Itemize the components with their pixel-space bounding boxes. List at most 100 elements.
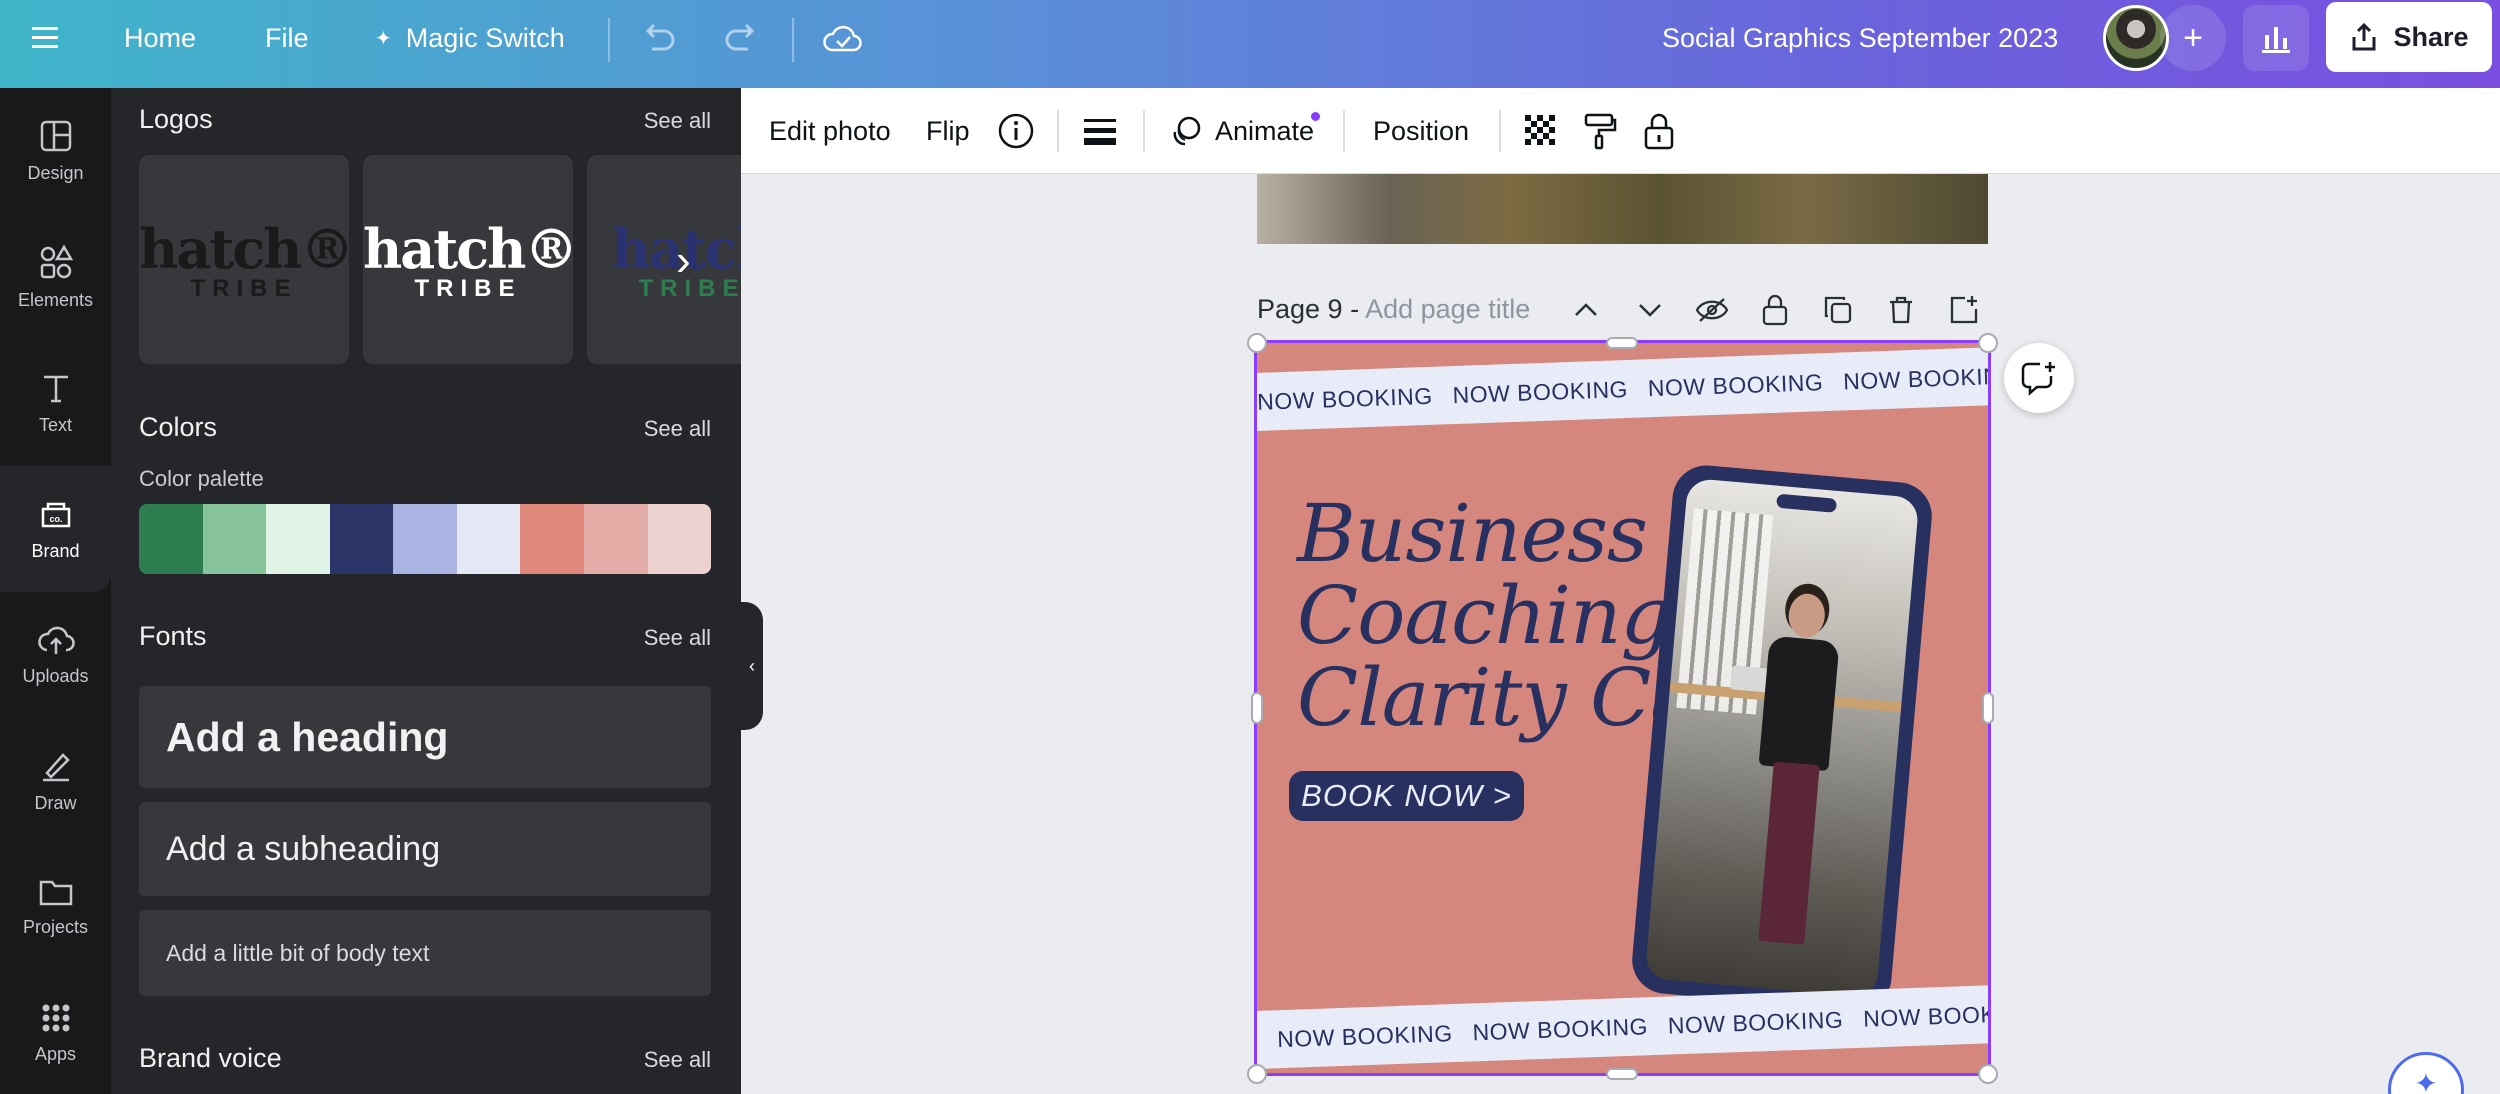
file-menu[interactable]: File — [265, 0, 309, 76]
add-heading-button[interactable]: Add a heading — [139, 686, 711, 788]
paint-roller-icon[interactable] — [1583, 88, 1617, 174]
insights-button[interactable] — [2243, 5, 2309, 71]
resize-handle[interactable] — [1251, 692, 1263, 724]
rail-item-text[interactable]: Text — [0, 340, 111, 466]
logo-wordmark: hatch® — [363, 217, 573, 281]
logo-subtext: TRIBE — [190, 275, 298, 302]
hide-page-icon[interactable] — [1692, 290, 1732, 330]
resize-handle[interactable] — [1982, 692, 1994, 724]
collapse-panel-button[interactable]: ‹ — [741, 602, 763, 730]
bottom-booking-band: NOW BOOKING NOW BOOKING NOW BOOKING NOW … — [1257, 983, 1988, 1071]
person-legs — [1758, 761, 1820, 945]
share-button[interactable]: Share — [2326, 2, 2492, 72]
colors-see-all-link[interactable]: See all — [644, 416, 711, 442]
add-page-icon[interactable] — [1944, 290, 1984, 330]
band-text: NOW BOOKING — [1257, 382, 1434, 415]
lock-icon[interactable] — [1643, 88, 1675, 174]
page-title-input[interactable]: Add page title — [1365, 294, 1530, 324]
band-text: NOW BOOKING — [1842, 361, 1988, 394]
rail-item-apps[interactable]: Apps — [0, 970, 111, 1094]
add-body-text-button[interactable]: Add a little bit of body text — [139, 910, 711, 996]
add-comment-button[interactable] — [2004, 343, 2074, 413]
headline-line-2[interactable]: Coaching — [1297, 575, 1672, 657]
document-title[interactable]: Social Graphics September 2023 — [1662, 0, 2058, 76]
divider — [608, 18, 610, 62]
color-swatch[interactable] — [266, 504, 330, 574]
logo-card[interactable]: hatch TRIBE — [587, 155, 741, 364]
rail-label-uploads: Uploads — [22, 665, 89, 686]
chevron-up-icon[interactable] — [1566, 290, 1606, 330]
duplicate-page-icon[interactable] — [1818, 290, 1858, 330]
lock-page-icon[interactable] — [1755, 290, 1795, 330]
menu-icon[interactable] — [30, 0, 60, 76]
fonts-see-all-link[interactable]: See all — [644, 625, 711, 651]
design-page[interactable]: NOW BOOKING NOW BOOKING NOW BOOKING NOW … — [1254, 340, 1991, 1076]
headline-line-1[interactable]: Business — [1297, 493, 1648, 575]
logos-see-all-link[interactable]: See all — [644, 108, 711, 134]
book-now-button[interactable]: BOOK NOW > — [1289, 771, 1524, 821]
band-text: NOW BOOKING — [1452, 375, 1629, 408]
color-swatch[interactable] — [329, 504, 394, 574]
chevron-right-icon[interactable]: › — [676, 236, 691, 286]
bar-chart-icon — [2262, 27, 2290, 53]
left-rail: Design Elements Text co. Brand Uploads D… — [0, 88, 111, 1094]
magic-switch-label: Magic Switch — [405, 22, 565, 53]
person-body — [1758, 635, 1840, 772]
resize-handle[interactable] — [1606, 337, 1638, 349]
sparkle-icon: ✦ — [2414, 1068, 2438, 1094]
color-swatch[interactable] — [393, 504, 457, 574]
person-head — [1786, 592, 1827, 640]
info-icon[interactable] — [997, 88, 1035, 174]
fonts-heading: Fonts — [139, 621, 207, 651]
logo-wordmark: hatch® — [139, 217, 349, 281]
color-palette-label: Color palette — [139, 466, 264, 491]
resize-handle[interactable] — [1978, 333, 1998, 353]
redo-icon[interactable] — [722, 0, 760, 76]
rail-item-design[interactable]: Design — [0, 88, 111, 214]
transparency-icon[interactable] — [1523, 88, 1559, 174]
delete-page-icon[interactable] — [1881, 290, 1921, 330]
color-swatch[interactable] — [647, 504, 711, 574]
rail-item-brand[interactable]: co. Brand — [0, 466, 111, 592]
home-link[interactable]: Home — [124, 0, 196, 76]
logo-card[interactable]: hatch® TRIBE — [363, 155, 573, 364]
color-swatch[interactable] — [139, 504, 203, 574]
grid-icon — [42, 1004, 69, 1031]
color-swatch[interactable] — [202, 504, 267, 574]
sparkle-icon: ✦ — [375, 27, 392, 50]
phone-mockup[interactable] — [1629, 462, 1935, 1014]
add-subheading-button[interactable]: Add a subheading — [139, 802, 711, 896]
position-button[interactable]: Position — [1373, 88, 1469, 174]
top-booking-band: NOW BOOKING NOW BOOKING NOW BOOKING NOW … — [1257, 345, 1988, 433]
rail-item-draw[interactable]: Draw — [0, 718, 111, 844]
undo-icon[interactable] — [640, 0, 678, 76]
magic-assistant-button[interactable]: ✦ — [2388, 1052, 2464, 1094]
previous-page-thumbnail[interactable] — [1257, 174, 1988, 244]
cloud-sync-icon[interactable] — [822, 0, 864, 76]
edit-photo-button[interactable]: Edit photo — [769, 88, 891, 174]
chevron-down-icon[interactable] — [1630, 290, 1670, 330]
animate-button[interactable]: Animate — [1169, 88, 1314, 174]
magic-switch-button[interactable]: ✦ Magic Switch — [375, 0, 565, 76]
resize-handle[interactable] — [1606, 1068, 1638, 1080]
color-swatch[interactable] — [583, 504, 648, 574]
add-collaborator-button[interactable]: + — [2160, 5, 2226, 71]
brand-voice-see-all-link[interactable]: See all — [644, 1047, 711, 1073]
context-toolbar: Edit photo Flip Animate Position — [741, 88, 2500, 174]
color-swatch[interactable] — [456, 504, 521, 574]
resize-handle[interactable] — [1978, 1064, 1998, 1084]
rail-item-elements[interactable]: Elements — [0, 214, 111, 340]
rail-label-text: Text — [38, 414, 72, 435]
rail-item-projects[interactable]: Projects — [0, 844, 111, 970]
color-swatch[interactable] — [520, 504, 584, 574]
rail-label-projects: Projects — [22, 916, 89, 937]
layout-icon — [40, 120, 71, 151]
resize-handle[interactable] — [1247, 1064, 1267, 1084]
logo-card[interactable]: hatch® TRIBE — [139, 155, 349, 364]
resize-handle[interactable] — [1247, 333, 1267, 353]
rail-label-brand: Brand — [31, 540, 80, 561]
animate-label: Animate — [1215, 115, 1315, 146]
rail-item-uploads[interactable]: Uploads — [0, 592, 111, 718]
line-weight-icon[interactable] — [1083, 88, 1117, 174]
flip-button[interactable]: Flip — [926, 88, 970, 174]
